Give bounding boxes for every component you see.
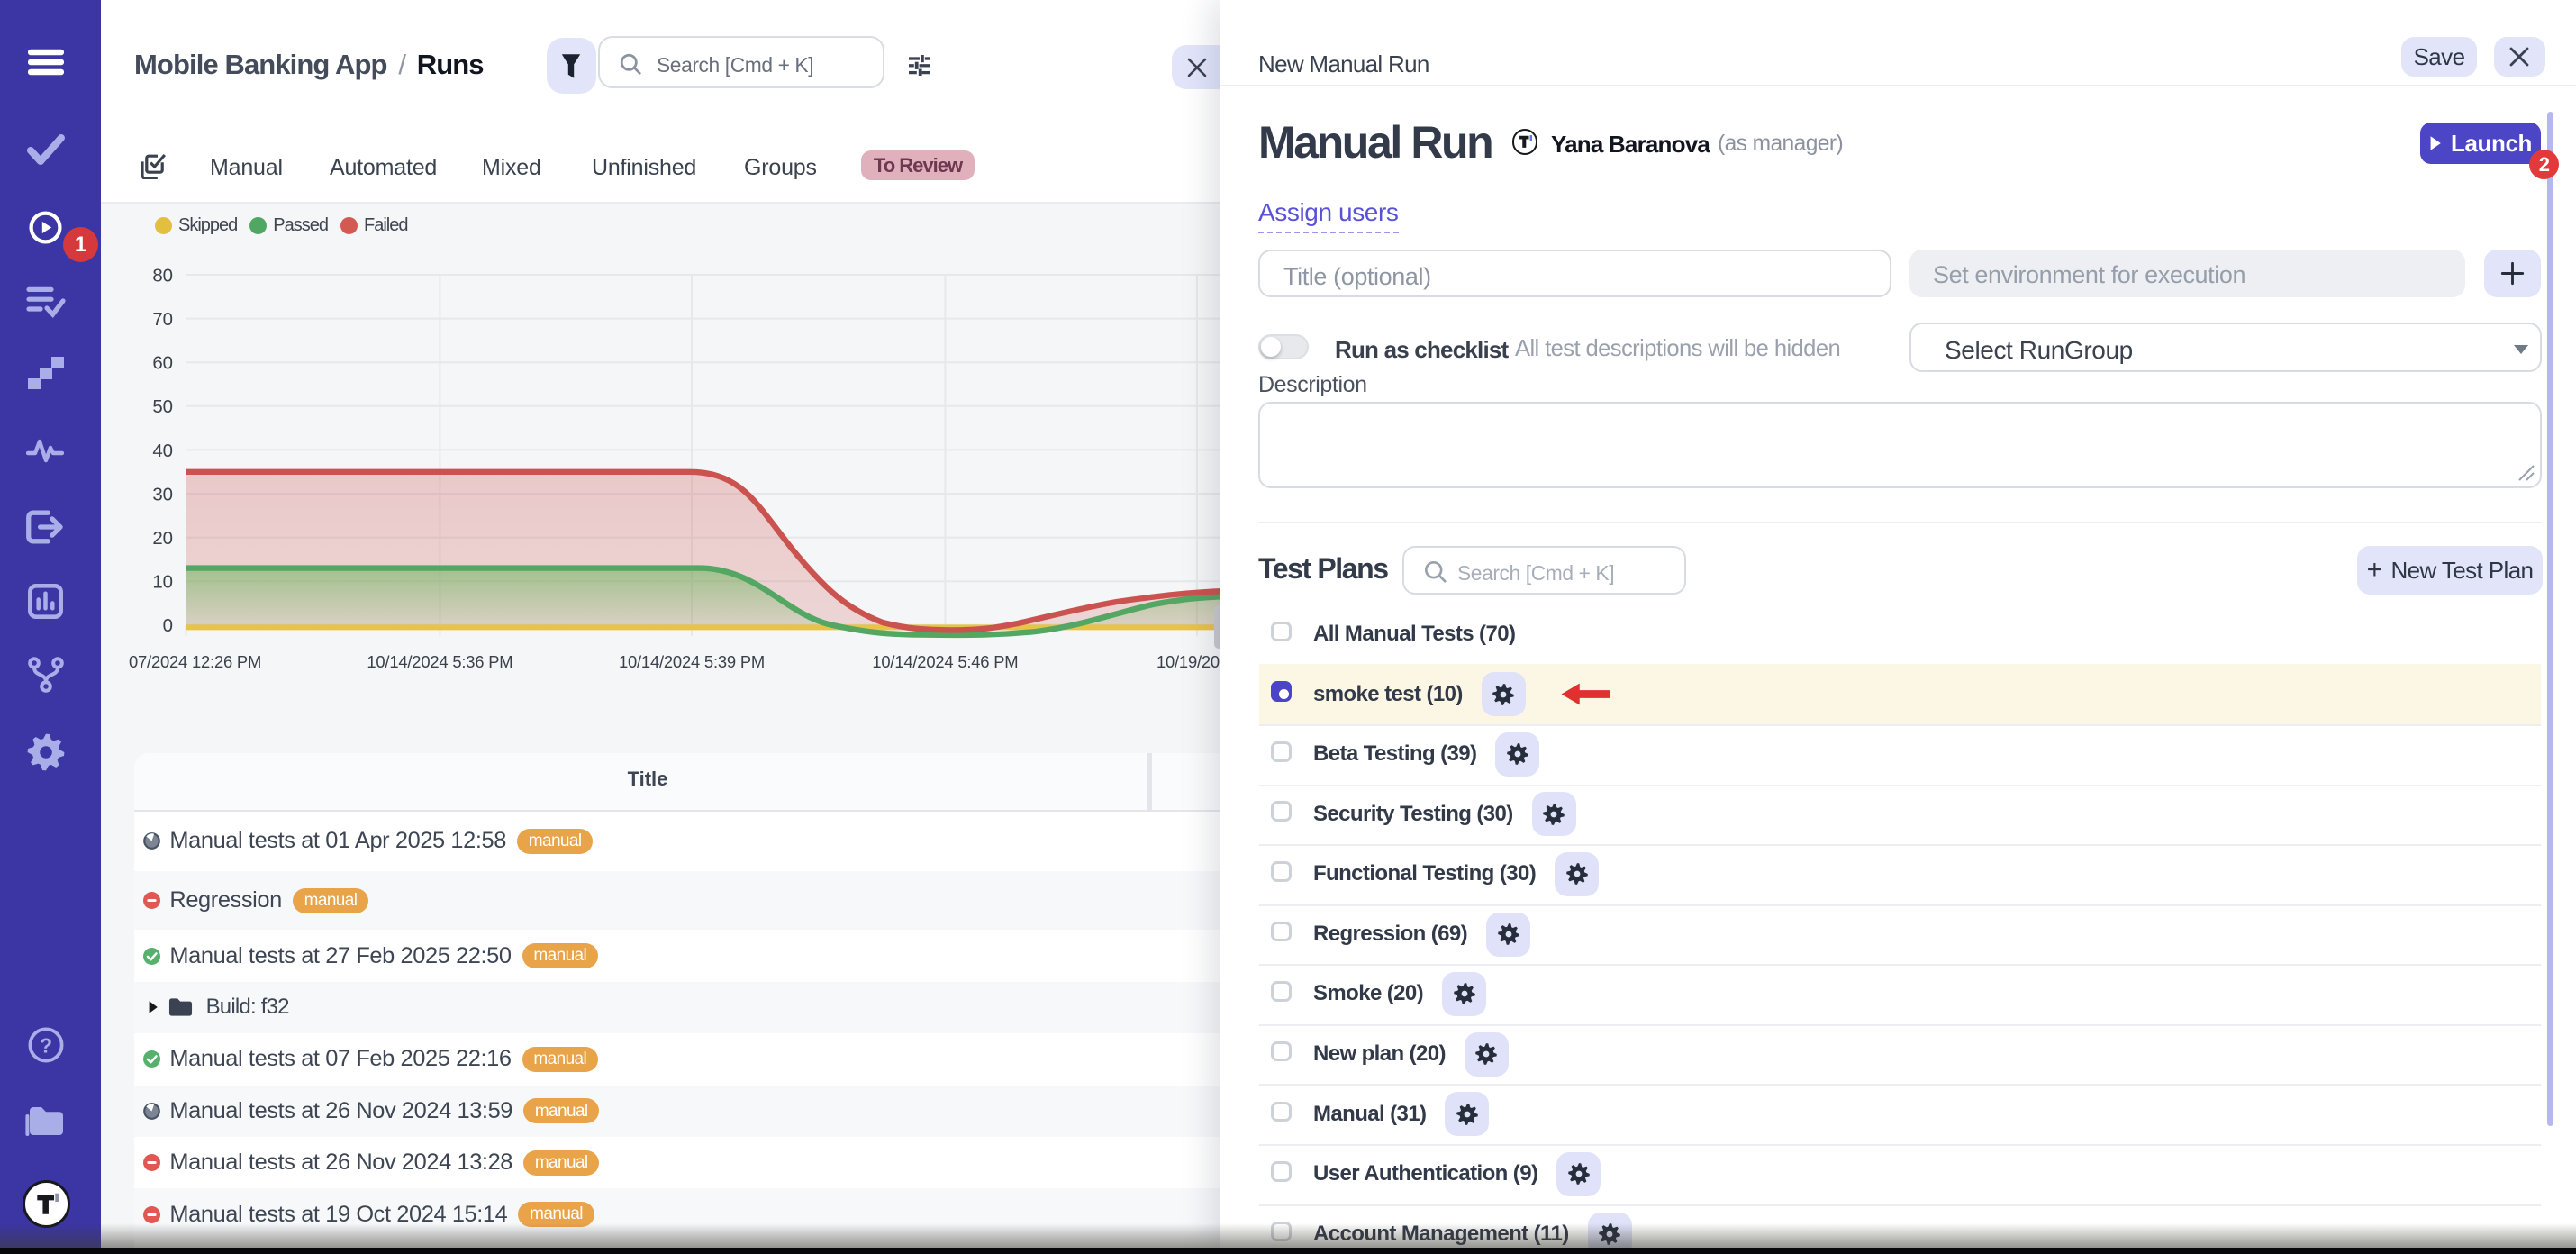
svg-text:0: 0: [163, 616, 173, 636]
svg-text:10/14/2024 5:36 PM: 10/14/2024 5:36 PM: [367, 652, 512, 671]
svg-text:20: 20: [152, 529, 173, 549]
svg-text:70: 70: [152, 310, 173, 330]
svg-text:40: 40: [152, 441, 173, 461]
svg-text:10: 10: [152, 573, 173, 593]
svg-text:50: 50: [152, 397, 173, 417]
svg-text:10/14/2024 5:46 PM: 10/14/2024 5:46 PM: [872, 652, 1018, 671]
svg-text:60: 60: [152, 354, 173, 374]
svg-text:?: ?: [40, 1033, 52, 1057]
svg-text:10/19/2024: 10/19/2024: [1156, 652, 1227, 671]
svg-text:07/2024 12:26 PM: 07/2024 12:26 PM: [129, 652, 261, 671]
svg-text:80: 80: [152, 266, 173, 286]
svg-text:10/14/2024 5:39 PM: 10/14/2024 5:39 PM: [619, 652, 765, 671]
svg-text:30: 30: [152, 485, 173, 504]
